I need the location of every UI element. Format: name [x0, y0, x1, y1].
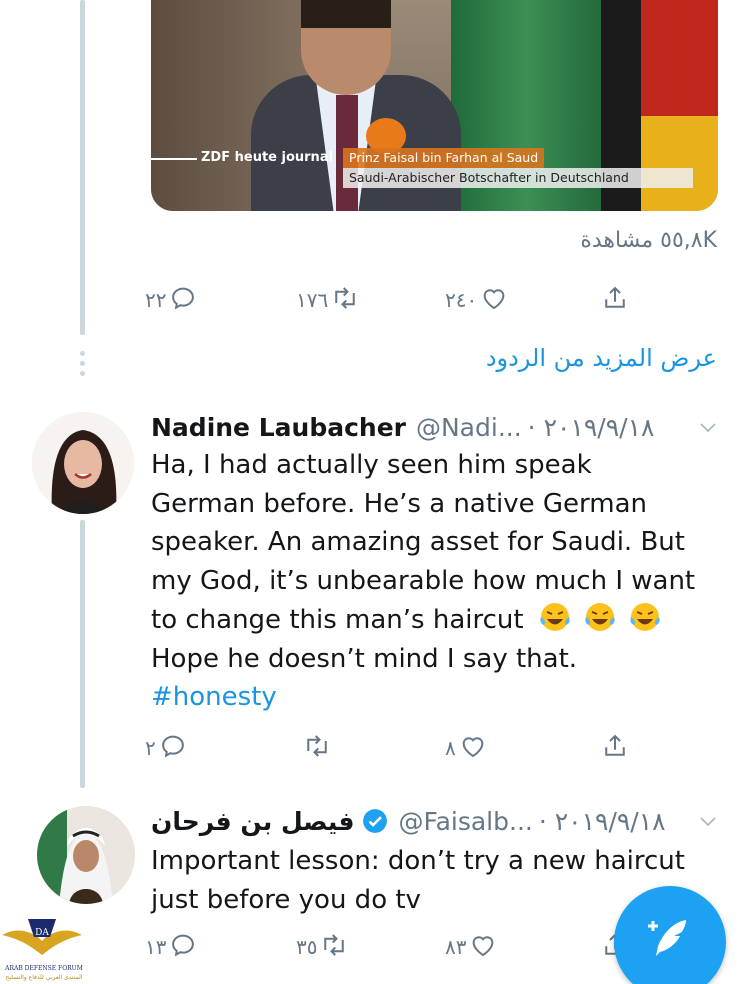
retweet-count: ١٧٦: [296, 288, 329, 312]
thread-line: [80, 520, 85, 788]
reply-button[interactable]: ١٣: [145, 927, 198, 967]
reply-count: ١٣: [145, 935, 167, 959]
reply-icon: [158, 731, 188, 766]
thread-line: [80, 0, 85, 335]
like-icon: [458, 731, 488, 766]
verified-icon: [362, 808, 388, 834]
tweet-date: · ٢٠١٩/٩/١٨: [538, 806, 666, 836]
watermark-subtitle: المنتدى العربي للدفاع والتسليح: [5, 974, 83, 981]
tweet-header: فيصل بن فرحان @Faisalb... · ٢٠١٩/٩/١٨: [151, 803, 720, 839]
watermark-logo: DA ARAB DEFENSE FORUM المنتدى العربي للد…: [0, 915, 84, 984]
like-button[interactable]: ٨٣: [445, 927, 498, 967]
reply-count: ٢٢: [145, 288, 167, 312]
tweet-actions: ١٣ ٣٥ ٨٣: [140, 927, 640, 967]
thread-dot: [80, 371, 85, 376]
chevron-down-icon[interactable]: [696, 809, 720, 833]
reply-count: ٢: [145, 736, 156, 760]
eagle-logo-icon: DA: [2, 919, 82, 955]
reply-icon: [168, 283, 198, 318]
like-icon: [479, 283, 509, 318]
tweet-text-line-with-emoji: to change this man’s haircut: [151, 600, 731, 640]
retweet-icon: [302, 731, 332, 766]
author-handle[interactable]: @Faisalb...: [398, 807, 532, 836]
tweet-text-line: German before. He’s a native German: [151, 488, 647, 519]
tears-of-joy-emoji: [628, 600, 662, 634]
reply-icon: [168, 930, 198, 965]
retweet-button[interactable]: ٣٥: [296, 927, 349, 967]
tears-of-joy-emoji: [538, 600, 572, 634]
tweet-text-line: Ha, I had actually seen him speak: [151, 450, 592, 480]
video-caption-title: Saudi-Arabischer Botschafter in Deutschl…: [343, 168, 693, 188]
video-caption-name: Prinz Faisal bin Farhan al Saud: [343, 148, 545, 168]
reply-button[interactable]: ٢: [145, 728, 188, 768]
hashtag-link[interactable]: #honesty: [151, 678, 731, 717]
retweet-button[interactable]: ١٧٦: [296, 280, 360, 320]
retweet-button[interactable]: [300, 728, 332, 768]
thread-dot: [80, 361, 85, 366]
reply-button[interactable]: ٢٢: [145, 280, 198, 320]
avatar-image: [32, 412, 134, 514]
retweet-icon: [319, 930, 349, 965]
tweet-text: Ha, I had actually seen him speak German…: [151, 446, 731, 717]
watermark-mark: DA: [35, 928, 49, 938]
like-count: ٨: [445, 736, 456, 760]
avatar[interactable]: [37, 806, 135, 904]
tweet-text-line: Important lesson: don’t try a new haircu…: [151, 846, 685, 876]
retweet-count: ٣٥: [296, 935, 318, 959]
share-button[interactable]: [600, 728, 630, 768]
tweet-video[interactable]: ZDF heute journal Prinz Faisal bin Farha…: [151, 0, 718, 211]
tweet-text-line: speaker. An amazing asset for Saudi. But: [151, 527, 685, 557]
tears-of-joy-emoji: [583, 600, 617, 634]
author-handle[interactable]: @Nadi...: [416, 413, 522, 442]
like-button[interactable]: ٨: [445, 728, 488, 768]
share-icon: [600, 731, 630, 766]
watermark-title: ARAB DEFENSE FORUM: [5, 965, 83, 972]
tweet-date: · ٢٠١٩/٩/١٨: [527, 412, 655, 442]
tweet-text-line: Hope he doesn’t mind I say that.: [151, 643, 578, 674]
like-count: ٨٣: [445, 935, 467, 959]
author-name[interactable]: فيصل بن فرحان: [151, 807, 354, 836]
video-caption: ZDF heute journal Prinz Faisal bin Farha…: [151, 146, 718, 190]
view-count: ٥٥,٨K مشاهدة: [580, 228, 717, 253]
share-button[interactable]: [600, 280, 630, 320]
tweet-text-line: my God, it’s unbearable how much I want: [151, 565, 696, 596]
video-brand: ZDF heute journal: [151, 146, 341, 170]
avatar-image: [37, 806, 135, 904]
tweet-actions: ٢٢ ١٧٦ ٢٤٠: [140, 280, 640, 320]
video-person: [301, 0, 391, 28]
tweet-text-line: to change this man’s haircut: [151, 605, 524, 635]
retweet-icon: [330, 283, 360, 318]
show-more-replies-link[interactable]: عرض المزيد من الردود: [486, 344, 717, 372]
thread-dot: [80, 351, 85, 356]
like-count: ٢٤٠: [445, 288, 478, 312]
author-name[interactable]: Nadine Laubacher: [151, 413, 406, 442]
like-button[interactable]: ٢٤٠: [445, 280, 509, 320]
avatar[interactable]: [32, 412, 134, 514]
tweet-actions: ٢ ٨: [140, 728, 640, 768]
tweet-header: Nadine Laubacher @Nadi... · ٢٠١٩/٩/١٨: [151, 409, 720, 445]
like-icon: [468, 930, 498, 965]
share-icon: [600, 283, 630, 318]
chevron-down-icon[interactable]: [696, 415, 720, 439]
